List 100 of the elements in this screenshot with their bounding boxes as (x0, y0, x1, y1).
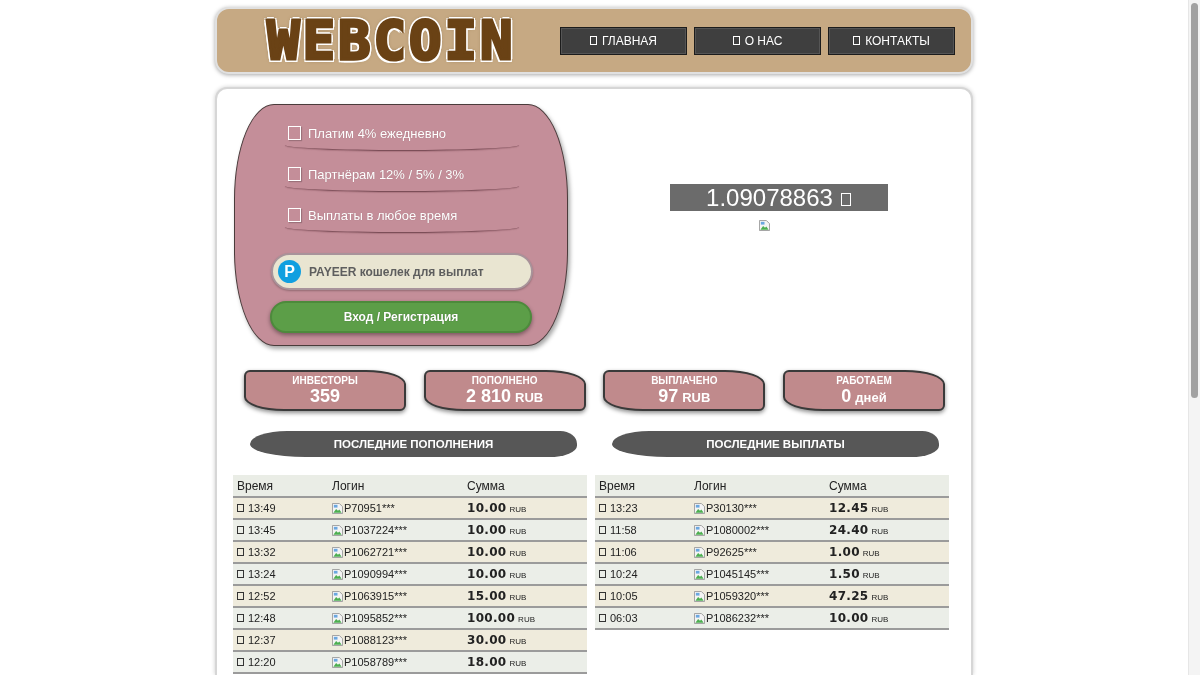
amount-value: 30.00 (467, 633, 507, 647)
time-text: 13:45 (248, 524, 276, 536)
broken-image-icon (332, 590, 343, 602)
broken-image-icon (694, 546, 705, 558)
login-text: P70951*** (344, 502, 395, 514)
login-text: P1059320*** (706, 590, 769, 602)
broken-image-icon (694, 502, 705, 514)
stat-label: ВЫПЛАЧЕНО (651, 375, 718, 386)
feature-text: Платим 4% ежедневно (308, 125, 447, 141)
time-text: 11:06 (610, 546, 637, 558)
column-header: Логин (332, 478, 366, 493)
column-header: Сумма (467, 478, 506, 493)
currency-label: RUB (871, 615, 889, 624)
square-icon (237, 614, 244, 622)
square-icon (599, 570, 606, 578)
broken-image-icon (759, 220, 770, 231)
login-text: P1080002*** (706, 524, 769, 536)
square-icon (237, 658, 244, 666)
column-header: Логин (694, 478, 728, 493)
broken-image-icon (332, 634, 343, 646)
broken-image-icon (694, 524, 705, 536)
broken-image-icon (332, 546, 343, 558)
login-text: P1062721*** (344, 546, 407, 558)
time-text: 11:58 (610, 524, 637, 536)
time-text: 12:37 (248, 634, 276, 646)
square-icon (237, 504, 244, 512)
login-text: P1095852*** (344, 612, 407, 624)
currency-label: RUB (509, 571, 527, 580)
broken-image-icon (332, 656, 343, 668)
time-text: 12:20 (248, 656, 276, 668)
feature-text: Выплаты в любое время (308, 207, 458, 223)
amount-value: 12.45 (829, 501, 869, 515)
time-text: 13:32 (248, 546, 276, 558)
stat-value: 2 810 (466, 386, 512, 406)
amount-value: 47.25 (829, 589, 869, 603)
stat-value: 0 (841, 386, 852, 406)
login-text: P1086232*** (706, 612, 769, 624)
amount-value: 1.00 (829, 545, 860, 559)
broken-image-icon (332, 524, 343, 536)
currency-label: RUB (509, 527, 527, 536)
time-text: 12:48 (248, 612, 276, 624)
square-icon (237, 636, 244, 644)
login-text: P1045145*** (706, 568, 769, 580)
nav-button[interactable]: О НАС (694, 26, 821, 55)
amount-value: 1.50 (829, 567, 860, 581)
stat-label: РАБОТАЕМ (836, 375, 892, 386)
time-text: 10:24 (610, 568, 638, 580)
currency-label: RUB (509, 659, 527, 668)
amount-value: 18.00 (467, 655, 507, 669)
nav-button[interactable]: КОНТАКТЫ (828, 26, 955, 55)
square-icon (732, 36, 740, 45)
time-text: 13:49 (248, 502, 276, 514)
section-title: ПОСЛЕДНИЕ ВЫПЛАТЫ (612, 431, 939, 457)
currency-label: RUB (871, 505, 889, 514)
currency-label: RUB (871, 593, 889, 602)
broken-image-icon (694, 612, 705, 624)
square-icon (288, 208, 301, 222)
amount-value: 10.00 (829, 611, 869, 625)
stat-label: ПОПОЛНЕНО (471, 375, 538, 386)
amount-value: 10.00 (467, 501, 507, 515)
scroll-thumb[interactable] (1191, 3, 1198, 398)
broken-image-icon (332, 612, 343, 624)
site-logo[interactable]: WEBCOIN (267, 11, 516, 70)
time-text: 12:52 (248, 590, 276, 602)
currency-label: RUB (509, 593, 527, 602)
amount-value: 10.00 (467, 567, 507, 581)
square-icon (599, 548, 606, 556)
square-icon (840, 192, 851, 206)
counter-value: 1.09078863 (706, 184, 833, 211)
currency-label: RUB (509, 549, 527, 558)
login-text: P1088123*** (344, 634, 407, 646)
currency-label: RUB (509, 637, 527, 646)
stat-unit: RUB (515, 390, 544, 405)
broken-image-icon (332, 568, 343, 580)
currency-label: RUB (862, 549, 880, 558)
nav-button[interactable]: ГЛАВНАЯ (560, 26, 687, 55)
currency-label: RUB (862, 571, 880, 580)
amount-value: 10.00 (467, 523, 507, 537)
currency-label: RUB (871, 527, 889, 536)
square-icon (599, 504, 606, 512)
square-icon (237, 592, 244, 600)
login-text: P1090994*** (344, 568, 407, 580)
stat-value: 359 (309, 386, 340, 406)
square-icon (599, 614, 606, 622)
time-text: 10:05 (610, 590, 638, 602)
time-text: 06:03 (610, 612, 638, 624)
scrollbar[interactable] (1188, 0, 1200, 675)
currency-label: RUB (509, 505, 527, 514)
square-icon (599, 526, 606, 534)
login-text: P1037224*** (344, 524, 407, 536)
square-icon (237, 570, 244, 578)
column-header: Сумма (829, 478, 868, 493)
square-icon (237, 548, 244, 556)
broken-image-icon (332, 502, 343, 514)
stat-unit: RUB (682, 390, 711, 405)
amount-value: 10.00 (467, 545, 507, 559)
login-text: P30130*** (706, 502, 757, 514)
amount-value: 15.00 (467, 589, 507, 603)
square-icon (288, 167, 301, 181)
square-icon (589, 36, 597, 45)
